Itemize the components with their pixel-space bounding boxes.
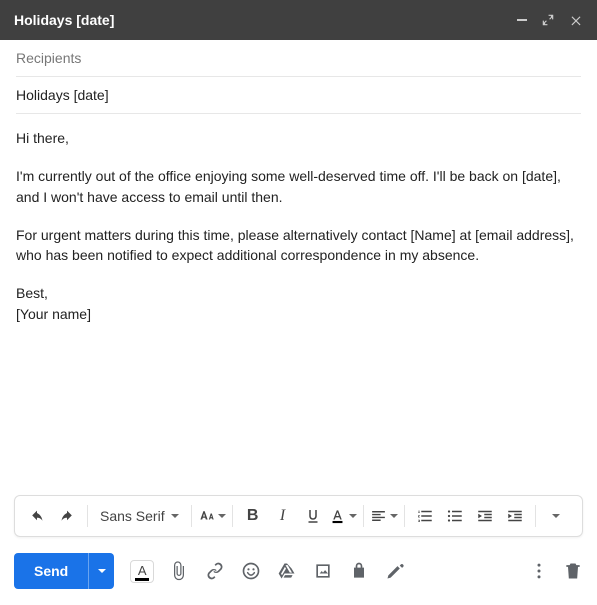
chevron-down-icon [390, 514, 398, 518]
toolbar-separator [535, 505, 536, 527]
body-closing: Best, [Your name] [16, 283, 581, 324]
chevron-down-icon [349, 514, 357, 518]
toolbar-separator [191, 505, 192, 527]
window-controls [517, 13, 583, 27]
lock-clock-icon [349, 561, 369, 581]
image-icon [313, 561, 333, 581]
compose-header: Holidays [date] [0, 0, 597, 40]
formatting-toggle-button[interactable]: A [130, 560, 154, 583]
drive-icon [277, 561, 297, 581]
compose-actions: A [130, 560, 519, 583]
font-family-select[interactable]: Sans Serif [94, 501, 185, 531]
letter-a-icon: A [138, 564, 147, 577]
insert-signature-button[interactable] [384, 560, 406, 582]
font-size-button[interactable] [198, 501, 226, 531]
right-actions [529, 561, 583, 581]
body-paragraph-1: I'm currently out of the office enjoying… [16, 166, 581, 207]
fullscreen-icon[interactable] [541, 13, 555, 27]
closing-text: Best, [16, 285, 48, 301]
toolbar-separator [232, 505, 233, 527]
more-options-button[interactable] [529, 561, 549, 581]
indent-less-button[interactable] [471, 501, 499, 531]
insert-emoji-button[interactable] [240, 560, 262, 582]
underline-bar [135, 578, 149, 581]
emoji-icon [241, 561, 261, 581]
indent-more-button[interactable] [501, 501, 529, 531]
numbered-list-button[interactable] [411, 501, 439, 531]
font-family-label: Sans Serif [100, 508, 165, 524]
bold-button[interactable]: B [239, 501, 267, 531]
recipients-field[interactable]: Recipients [16, 40, 581, 77]
toolbar-separator [363, 505, 364, 527]
send-options-button[interactable] [88, 553, 114, 589]
signature-text: [Your name] [16, 306, 91, 322]
chevron-down-icon [98, 569, 106, 573]
body-greeting: Hi there, [16, 128, 581, 148]
bottom-bar: Send A [0, 547, 597, 605]
text-color-button[interactable] [329, 501, 357, 531]
formatting-toolbar: Sans Serif B I [14, 495, 583, 537]
chevron-down-icon [218, 514, 226, 518]
fields-area: Recipients Holidays [date] [0, 40, 597, 114]
body-paragraph-2: For urgent matters during this time, ple… [16, 225, 581, 266]
italic-button[interactable]: I [269, 501, 297, 531]
toolbar-separator [87, 505, 88, 527]
send-button[interactable]: Send [14, 553, 88, 589]
subject-field[interactable]: Holidays [date] [16, 77, 581, 114]
attach-file-button[interactable] [168, 560, 190, 582]
redo-button[interactable] [53, 501, 81, 531]
pen-icon [385, 561, 405, 581]
close-icon[interactable] [569, 13, 583, 27]
undo-button[interactable] [23, 501, 51, 531]
discard-draft-button[interactable] [563, 561, 583, 581]
bulleted-list-button[interactable] [441, 501, 469, 531]
underline-button[interactable] [299, 501, 327, 531]
insert-drive-button[interactable] [276, 560, 298, 582]
chevron-down-icon [552, 514, 560, 518]
insert-photo-button[interactable] [312, 560, 334, 582]
more-formatting-button[interactable] [542, 501, 570, 531]
chevron-down-icon [171, 514, 179, 518]
toolbar-separator [404, 505, 405, 527]
insert-link-button[interactable] [204, 560, 226, 582]
link-icon [205, 561, 225, 581]
send-group: Send [14, 553, 114, 589]
align-button[interactable] [370, 501, 398, 531]
message-body[interactable]: Hi there, I'm currently out of the offic… [0, 114, 597, 495]
confidential-mode-button[interactable] [348, 560, 370, 582]
minimize-icon[interactable] [517, 19, 527, 21]
compose-title: Holidays [date] [14, 12, 517, 28]
paperclip-icon [169, 561, 189, 581]
